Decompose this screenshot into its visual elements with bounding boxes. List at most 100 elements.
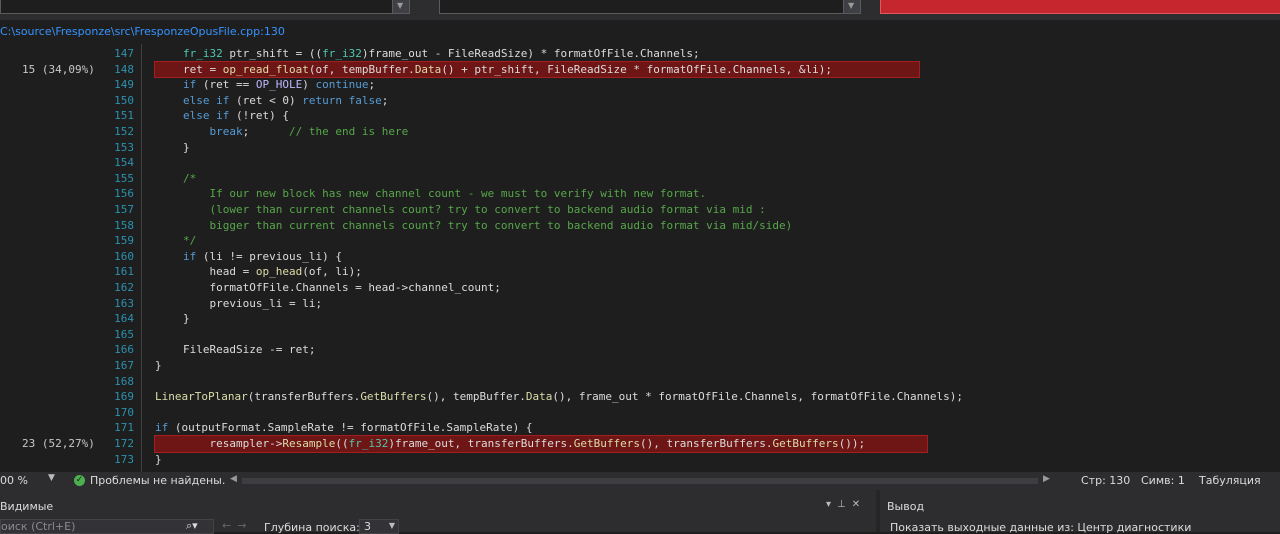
hot-code-line[interactable]: 23 (52,27%) 172 resampler->Resample((fr_i…: [0, 435, 1280, 453]
code-text[interactable]: LinearToPlanar(transferBuffers.GetBuffer…: [155, 389, 963, 405]
locals-panel-title[interactable]: Видимые: [0, 500, 53, 513]
line-number: 147: [114, 47, 134, 60]
code-text[interactable]: if (outputFormat.SampleRate != formatOfF…: [155, 420, 533, 436]
code-line[interactable]: 171 if (outputFormat.SampleRate != format…: [0, 420, 1280, 436]
search-placeholder: оиск (Ctrl+E): [1, 520, 76, 533]
code-line[interactable]: 147 fr_i32 ptr_shift = ((fr_i32)frame_out…: [0, 46, 1280, 62]
line-number: 148: [114, 62, 134, 76]
line-number: 166: [114, 343, 134, 357]
code-text[interactable]: }: [183, 140, 190, 156]
close-icon[interactable]: ✕: [852, 499, 866, 510]
line-number: 152: [114, 125, 134, 138]
chevron-down-icon: ▼: [848, 1, 855, 10]
code-line[interactable]: 153}: [0, 140, 1280, 156]
search-nav-icons: ←→: [222, 519, 252, 532]
line-number: 149: [114, 78, 134, 92]
code-text[interactable]: previous_li = li;: [183, 296, 322, 312]
search-icon[interactable]: ⌕▾: [186, 519, 198, 533]
code-line[interactable]: 163 previous_li = li;: [0, 296, 1280, 312]
code-line[interactable]: 173}: [0, 452, 1280, 468]
scroll-right-arrow-icon[interactable]: ▶: [1043, 474, 1050, 484]
line-number: 162: [114, 281, 134, 294]
code-line[interactable]: 154: [0, 155, 1280, 171]
problems-status[interactable]: Проблемы не найдены.: [90, 474, 225, 487]
horizontal-scrollbar[interactable]: [242, 478, 1038, 484]
editor-status-bar: 00 % ▼ ✓ Проблемы не найдены. ◀ ▶ Стр: 1…: [0, 472, 1280, 490]
code-text[interactable]: bigger than current channels count? try …: [183, 218, 792, 234]
code-line[interactable]: 162 formatOfFile.Channels = head->channe…: [0, 280, 1280, 296]
code-text[interactable]: (lower than current channels count? try …: [183, 202, 765, 218]
code-line[interactable]: 158 bigger than current channels count? …: [0, 218, 1280, 234]
code-text[interactable]: head = op_head(of, li);: [183, 264, 361, 280]
code-line[interactable]: 168: [0, 374, 1280, 390]
project-dropdown[interactable]: ▼: [0, 0, 410, 14]
code-text[interactable]: If our new block has new channel count -…: [183, 186, 706, 202]
code-line[interactable]: 164}: [0, 311, 1280, 327]
code-text[interactable]: else if (ret < 0) return false;: [183, 93, 388, 109]
code-text[interactable]: else if (!ret) {: [183, 108, 289, 124]
scope-dropdown[interactable]: ▼: [439, 0, 861, 14]
line-number: 155: [114, 171, 134, 185]
line-number: 156: [114, 187, 134, 201]
file-path-link[interactable]: C:\source\Fresponze\src\FresponzeOpusFil…: [0, 25, 285, 41]
pin-icon[interactable]: ⊥: [837, 499, 852, 510]
zoom-level[interactable]: 00 %: [0, 474, 28, 487]
code-text[interactable]: ret = op_read_float(of, tempBuffer.Data(…: [154, 60, 920, 79]
project-dropdown-arrow[interactable]: ▼: [392, 0, 409, 13]
top-toolbar: ▼ ▼: [0, 0, 1280, 20]
code-line[interactable]: 156 If our new block has new channel cou…: [0, 186, 1280, 202]
code-line[interactable]: 157 (lower than current channels count? …: [0, 202, 1280, 218]
line-number: 161: [114, 265, 134, 279]
bottom-panels: Видимые ▾⊥✕ оиск (Ctrl+E) ⌕▾ ←→ Глубина …: [0, 490, 1280, 534]
code-text[interactable]: formatOfFile.Channels = head->channel_co…: [183, 280, 500, 296]
code-line[interactable]: 161 head = op_head(of, li);: [0, 264, 1280, 280]
code-editor[interactable]: 147 fr_i32 ptr_shift = ((fr_i32)frame_out…: [0, 44, 1280, 472]
code-text[interactable]: }: [155, 358, 162, 374]
code-line[interactable]: 166 FileReadSize -= ret;: [0, 342, 1280, 358]
code-line[interactable]: 152 break; // the end is here: [0, 124, 1280, 140]
line-number: 167: [114, 359, 134, 372]
code-text[interactable]: break; // the end is here: [183, 124, 409, 140]
profiler-hit-count: 23 (52,27%): [22, 437, 95, 450]
code-text[interactable]: fr_i32 ptr_shift = ((fr_i32)frame_out - …: [183, 46, 700, 62]
line-number: 160: [114, 249, 134, 263]
line-number: 173: [114, 452, 134, 466]
indent-mode[interactable]: Табуляция: [1199, 474, 1261, 487]
code-text[interactable]: if (ret == OP_HOLE) continue;: [183, 77, 375, 93]
code-text[interactable]: resampler->Resample((fr_i32)frame_out, t…: [154, 435, 928, 453]
line-number: 154: [114, 156, 134, 170]
arrow-right-icon[interactable]: →: [237, 519, 252, 532]
code-line[interactable]: 165: [0, 327, 1280, 343]
code-line[interactable]: 149 if (ret == OP_HOLE) continue;: [0, 77, 1280, 93]
profiler-hit-count: 15 (34,09%): [22, 62, 95, 76]
code-line[interactable]: 150 else if (ret < 0) return false;: [0, 93, 1280, 109]
code-text[interactable]: if (li != previous_li) {: [183, 249, 342, 265]
line-number: 168: [114, 374, 134, 388]
line-number: 153: [114, 140, 134, 154]
scope-dropdown-arrow[interactable]: ▼: [843, 0, 860, 13]
code-line[interactable]: 167}: [0, 358, 1280, 374]
code-text[interactable]: FileReadSize -= ret;: [183, 342, 315, 358]
code-line[interactable]: 170: [0, 405, 1280, 421]
check-circle-icon: ✓: [74, 475, 85, 486]
line-number: 151: [114, 109, 134, 123]
chevron-down-icon[interactable]: ▼: [48, 473, 55, 483]
code-text[interactable]: /*: [183, 171, 196, 187]
scroll-left-arrow-icon[interactable]: ◀: [230, 474, 237, 484]
code-text[interactable]: */: [183, 233, 196, 249]
code-line[interactable]: 155 /*: [0, 171, 1280, 187]
line-number: 157: [114, 203, 134, 216]
code-line[interactable]: 169 LinearToPlanar(transferBuffers.GetBuf…: [0, 389, 1280, 405]
chevron-down-icon: ▼: [388, 521, 395, 530]
code-line[interactable]: 159 */: [0, 233, 1280, 249]
output-panel-title[interactable]: Вывод: [887, 500, 924, 513]
code-line[interactable]: 160 if (li != previous_li) {: [0, 249, 1280, 265]
hot-code-line[interactable]: 15 (34,09%) 148 ret = op_read_float(of, te…: [0, 60, 1280, 79]
member-dropdown-highlighted[interactable]: [880, 0, 1280, 14]
arrow-left-icon[interactable]: ←: [222, 519, 237, 532]
panel-splitter[interactable]: [876, 490, 880, 532]
code-text[interactable]: }: [155, 452, 162, 468]
code-line[interactable]: 151 else if (!ret) {: [0, 108, 1280, 124]
dropdown-icon[interactable]: ▾: [826, 499, 837, 510]
code-text[interactable]: }: [183, 311, 190, 327]
